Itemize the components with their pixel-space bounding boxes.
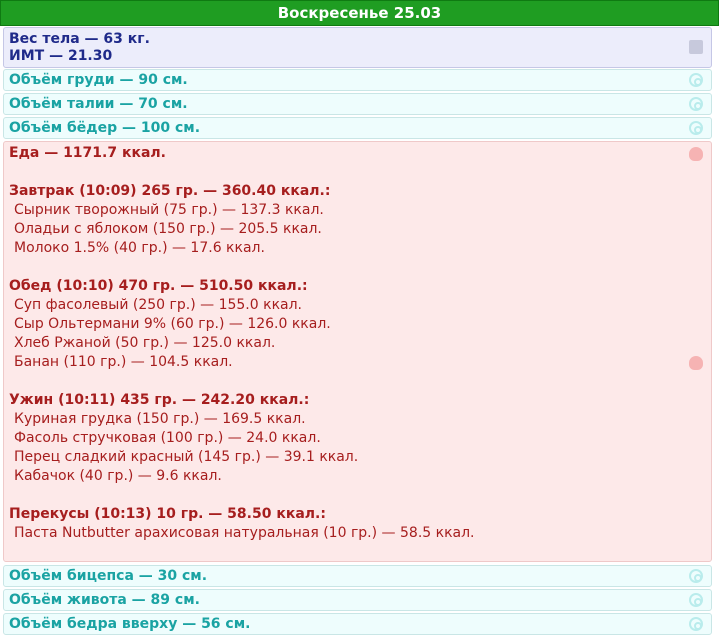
hand-icon [689,356,703,370]
meal-title-lunch: Обед (10:10) 470 гр. — 510.50 ккал.: [9,278,308,294]
meal-item: Куриная грудка (150 гр.) — 169.5 ккал. [14,411,306,427]
food-total: Еда — 1171.7 ккал. [9,145,166,161]
spiral-icon [689,617,703,631]
meal-item: Хлеб Ржаной (50 гр.) — 125.0 ккал. [14,335,276,351]
bmi-value: ИМТ — 21.30 [9,48,113,64]
meal-item: Паста Nutbutter арахисовая натуральная (… [14,525,475,541]
spiral-icon [689,593,703,607]
measure-label: Объём бицепса — 30 см. [9,568,208,584]
meal-item: Банан (110 гр.) — 104.5 ккал. [14,354,233,370]
spiral-icon [689,121,703,135]
measure-biceps[interactable]: Объём бицепса — 30 см. [3,565,712,587]
meal-title-dinner: Ужин (10:11) 435 гр. — 242.20 ккал.: [9,392,310,408]
weight-value: Вес тела — 63 кг. [9,31,150,47]
meal-item: Молоко 1.5% (40 гр.) — 17.6 ккал. [14,240,265,256]
weight-block[interactable]: Вес тела — 63 кг. ИМТ — 21.30 [3,27,712,68]
measure-waist[interactable]: Объём талии — 70 см. [3,93,712,115]
measure-label: Объём бёдер — 100 см. [9,120,201,136]
meal-item: Фасоль стручковая (100 гр.) — 24.0 ккал. [14,430,321,446]
spiral-icon [689,97,703,111]
spiral-icon [689,569,703,583]
measure-upper-thigh[interactable]: Объём бедра вверху — 56 см. [3,613,712,635]
measure-belly[interactable]: Объём живота — 89 см. [3,589,712,611]
meal-item: Сыр Ольтермани 9% (60 гр.) — 126.0 ккал. [14,316,331,332]
day-header[interactable]: Воскресенье 25.03 [0,0,719,26]
meal-title-breakfast: Завтрак (10:09) 265 гр. — 360.40 ккал.: [9,183,331,199]
meal-item: Сырник творожный (75 гр.) — 137.3 ккал. [14,202,324,218]
measure-label: Объём живота — 89 см. [9,592,200,608]
day-panel: Воскресенье 25.03 Вес тела — 63 кг. ИМТ … [0,0,719,640]
hand-icon [689,147,703,161]
measure-label: Объём бедра вверху — 56 см. [9,616,251,632]
food-block[interactable]: Еда — 1171.7 ккал. Завтрак (10:09) 265 г… [3,141,712,562]
scale-icon [689,40,703,54]
measure-label: Объём талии — 70 см. [9,96,188,112]
measure-label: Объём груди — 90 см. [9,72,188,88]
meal-item: Кабачок (40 гр.) — 9.6 ккал. [14,468,222,484]
measure-chest[interactable]: Объём груди — 90 см. [3,69,712,91]
measure-hips[interactable]: Объём бёдер — 100 см. [3,117,712,139]
spiral-icon [689,73,703,87]
meal-item: Суп фасолевый (250 гр.) — 155.0 ккал. [14,297,302,313]
meal-item: Перец сладкий красный (145 гр.) — 39.1 к… [14,449,359,465]
meal-item: Оладьи с яблоком (150 гр.) — 205.5 ккал. [14,221,322,237]
meal-title-snacks: Перекусы (10:13) 10 гр. — 58.50 ккал.: [9,506,326,522]
